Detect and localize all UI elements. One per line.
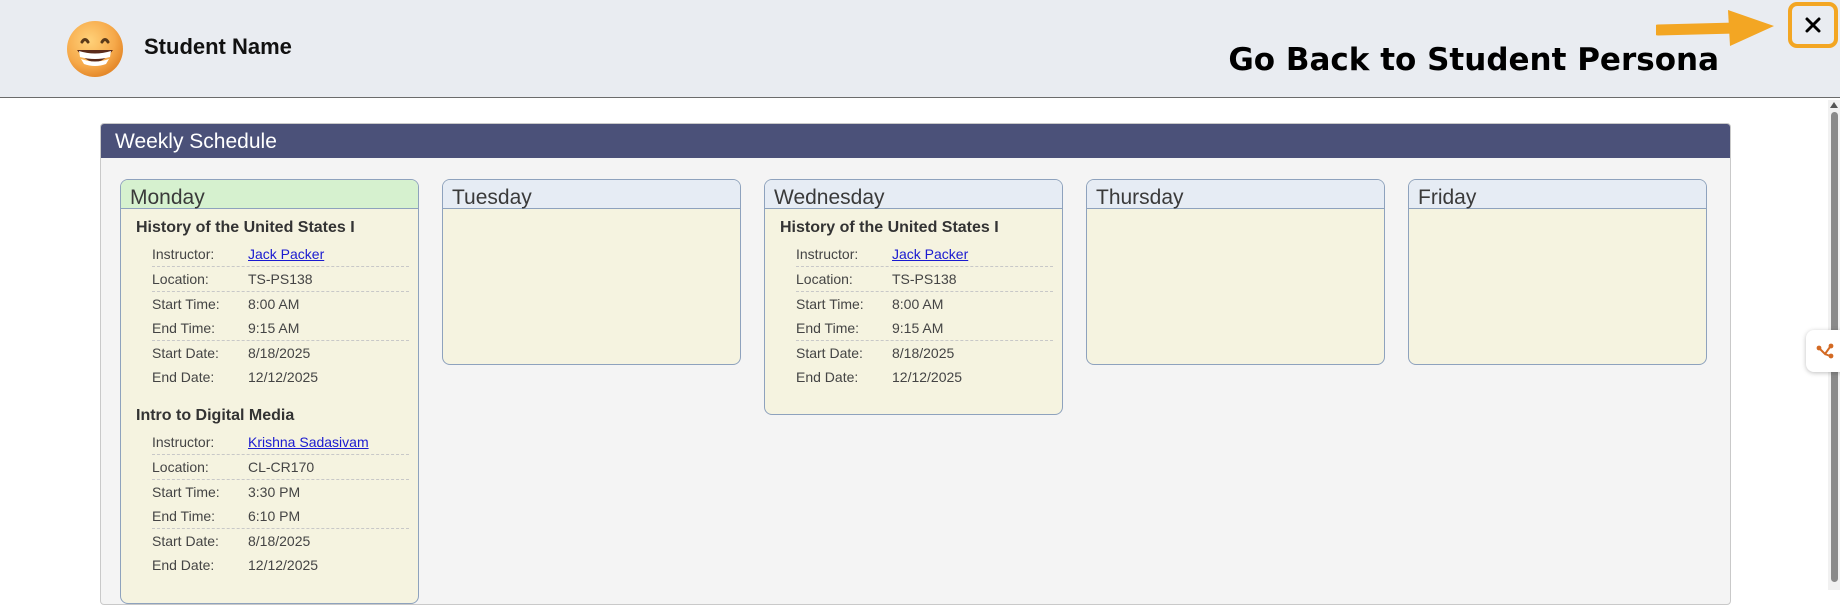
field-label: End Date:	[152, 557, 215, 573]
day-header: Thursday	[1087, 180, 1384, 209]
top-bar: Student Name Go Back to Student Persona	[0, 0, 1840, 98]
end-time-row: End Time: 9:15 AM	[796, 316, 1053, 341]
day-card-wednesday: Wednesday History of the United States I…	[764, 179, 1063, 415]
field-label: Start Time:	[152, 484, 220, 500]
instructor-link[interactable]: Krishna Sadasivam	[248, 434, 369, 450]
instructor-row: Instructor: Jack Packer	[152, 242, 409, 267]
course-block: History of the United States I Instructo…	[121, 209, 418, 389]
start-date-value: 8/18/2025	[892, 345, 955, 361]
start-date-row: Start Date: 8/18/2025	[796, 341, 1053, 365]
end-date-value: 12/12/2025	[892, 369, 963, 385]
location-value: TS-PS138	[248, 271, 313, 287]
student-name: Student Name	[144, 34, 292, 59]
location-row: Location: TS-PS138	[152, 267, 409, 292]
close-button[interactable]	[1788, 2, 1838, 48]
field-label: End Time:	[796, 320, 860, 336]
location-row: Location: TS-PS138	[796, 267, 1053, 292]
field-label: End Time:	[152, 320, 216, 336]
course-title: History of the United States I	[136, 219, 355, 236]
start-time-value: 8:00 AM	[248, 296, 300, 312]
end-date-row: End Date: 12/12/2025	[796, 365, 1053, 389]
location-value: TS-PS138	[892, 271, 957, 287]
location-row: Location: CL-CR170	[152, 455, 409, 480]
day-header: Wednesday	[765, 180, 1062, 209]
course-block: History of the United States I Instructo…	[765, 209, 1062, 389]
tool-icon	[1816, 343, 1834, 359]
day-header: Monday	[121, 180, 418, 209]
instructor-link[interactable]: Jack Packer	[892, 246, 968, 262]
field-label: Instructor:	[152, 246, 215, 262]
end-time-value: 6:10 PM	[248, 508, 301, 524]
end-date-value: 12/12/2025	[248, 557, 319, 573]
start-date-value: 8/18/2025	[248, 345, 311, 361]
start-time-row: Start Time: 8:00 AM	[152, 292, 409, 316]
close-icon	[1805, 17, 1821, 33]
location-value: CL-CR170	[248, 459, 315, 475]
go-back-link[interactable]: Go Back to Student Persona	[1228, 42, 1719, 78]
course-block: Intro to Digital Media Instructor: Krish…	[121, 389, 418, 577]
start-time-row: Start Time: 3:30 PM	[152, 480, 409, 504]
grinning-face-icon	[67, 21, 123, 77]
field-label: Start Date:	[152, 533, 219, 549]
instructor-row: Instructor: Krishna Sadasivam	[152, 430, 409, 455]
start-date-value: 8/18/2025	[248, 533, 311, 549]
instructor-link[interactable]: Jack Packer	[248, 246, 324, 262]
field-label: End Date:	[796, 369, 859, 385]
field-label: Start Date:	[152, 345, 219, 361]
scroll-up-arrow[interactable]	[1830, 102, 1838, 108]
day-header: Tuesday	[443, 180, 740, 209]
start-time-value: 8:00 AM	[892, 296, 944, 312]
start-time-row: Start Time: 8:00 AM	[796, 292, 1053, 316]
panel-title: Weekly Schedule	[101, 124, 1730, 158]
start-time-value: 3:30 PM	[248, 484, 301, 500]
start-date-row: Start Date: 8/18/2025	[152, 341, 409, 365]
course-title: History of the United States I	[780, 219, 999, 236]
end-time-row: End Time: 6:10 PM	[152, 504, 409, 529]
day-card-tuesday: Tuesday	[442, 179, 741, 365]
day-card-monday: Monday History of the United States I In…	[120, 179, 419, 604]
day-card-thursday: Thursday	[1086, 179, 1385, 365]
field-label: Start Time:	[796, 296, 864, 312]
field-label: End Date:	[152, 369, 215, 385]
field-label: Location:	[152, 271, 209, 287]
course-title: Intro to Digital Media	[136, 407, 295, 424]
field-label: End Time:	[152, 508, 216, 524]
field-label: Instructor:	[796, 246, 859, 262]
field-label: Start Date:	[796, 345, 863, 361]
field-label: Location:	[152, 459, 209, 475]
field-label: Start Time:	[152, 296, 220, 312]
day-header: Friday	[1409, 180, 1706, 209]
end-date-value: 12/12/2025	[248, 369, 319, 385]
end-time-row: End Time: 9:15 AM	[152, 316, 409, 341]
end-time-value: 9:15 AM	[248, 320, 300, 336]
end-date-row: End Date: 12/12/2025	[152, 553, 409, 577]
instructor-row: Instructor: Jack Packer	[796, 242, 1053, 267]
field-label: Instructor:	[152, 434, 215, 450]
field-label: Location:	[796, 271, 853, 287]
end-time-value: 9:15 AM	[892, 320, 944, 336]
day-card-friday: Friday	[1408, 179, 1707, 365]
end-date-row: End Date: 12/12/2025	[152, 365, 409, 389]
side-tool-tab[interactable]	[1806, 330, 1840, 372]
start-date-row: Start Date: 8/18/2025	[152, 529, 409, 553]
weekly-schedule-panel: Weekly Schedule Monday History of the Un…	[100, 123, 1731, 605]
